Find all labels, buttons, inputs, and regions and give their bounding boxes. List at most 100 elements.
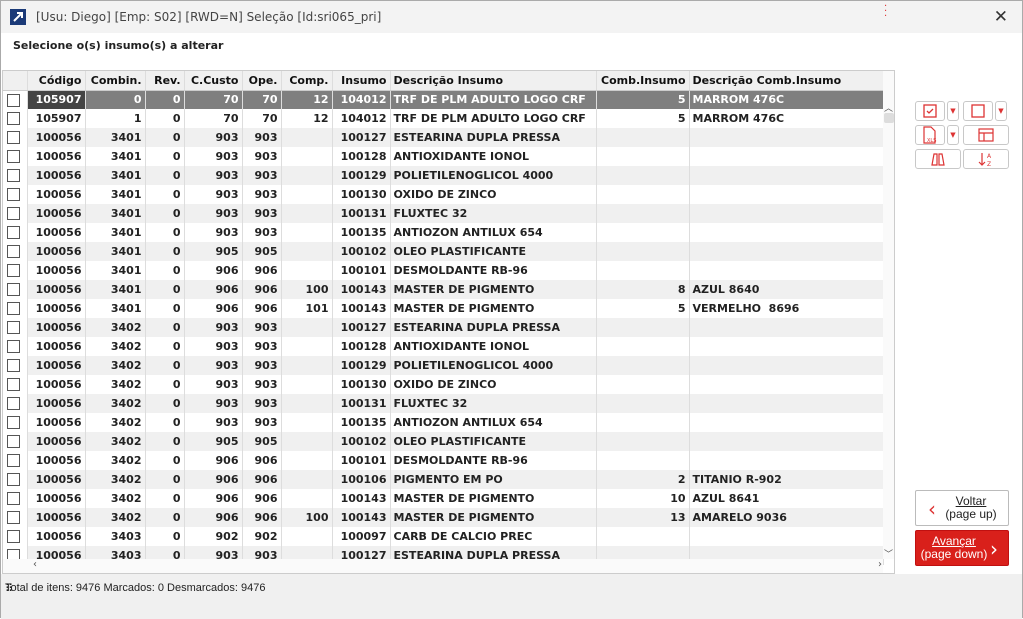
table-row[interactable]: 100056 3401 0 903 903 100131 FLUXTEC 32	[3, 204, 884, 223]
uncheck-all-button[interactable]	[963, 101, 993, 121]
table-cell: POLIETILENOGLICOL 4000	[390, 356, 597, 375]
header-checkbox[interactable]	[3, 71, 28, 91]
table-row[interactable]: 100056 3401 0 903 903 100129 POLIETILENOGLICOL…	[3, 166, 884, 185]
table-row[interactable]: 100056 3402 0 903 903 100129 POLIETILENOGLICOL…	[3, 356, 884, 375]
row-checkbox[interactable]	[7, 264, 20, 278]
table-row[interactable]: 100056 3401 0 903 903 100135 ANTIOZON ANTILUX …	[3, 223, 884, 242]
row-checkbox-cell	[3, 109, 28, 128]
row-checkbox[interactable]	[7, 397, 20, 411]
scroll-down-icon[interactable]: ﹀	[884, 547, 893, 560]
table-cell: 100056	[27, 337, 86, 356]
table-cell: OXIDO DE ZINCO	[390, 185, 597, 204]
table-row[interactable]: 100056 3402 0 903 903 100131 FLUXTEC 32	[3, 394, 884, 413]
row-checkbox-cell	[3, 166, 28, 185]
row-checkbox[interactable]	[7, 245, 20, 259]
previous-page-button[interactable]: ‹ Voltar (page up)	[915, 490, 1009, 526]
column-header[interactable]: Rev.	[145, 71, 185, 91]
close-icon[interactable]: ✕	[994, 7, 1008, 27]
scroll-thumb[interactable]	[884, 113, 894, 123]
row-checkbox[interactable]	[7, 169, 20, 183]
table-row[interactable]: 100056 3401 0 903 903 100127 ESTEARINA DUPLA P…	[3, 128, 884, 147]
scroll-right-icon[interactable]: ›	[878, 559, 882, 570]
export-dropdown[interactable]: ▼	[947, 125, 959, 145]
table-cell: 0	[145, 185, 185, 204]
column-header[interactable]: Código	[27, 71, 86, 91]
uncheck-all-dropdown[interactable]: ▼	[995, 101, 1007, 121]
table-cell: 100056	[27, 451, 86, 470]
more-options-icon[interactable]: · · ·	[884, 2, 887, 22]
table-cell: 903	[242, 413, 282, 432]
table-row[interactable]: 100056 3401 0 905 905 100102 OLEO PLASTIFICANT…	[3, 242, 884, 261]
row-checkbox[interactable]	[7, 435, 20, 449]
column-header[interactable]: Insumo	[332, 71, 391, 91]
table-row[interactable]: 100056 3402 0 906 906 100 100143 MASTER DE PIGM…	[3, 508, 884, 527]
table-row[interactable]: 100056 3403 0 902 902 100097 CARB DE CALCIO PR…	[3, 527, 884, 546]
column-header[interactable]: C.Custo	[184, 71, 243, 91]
scroll-left-icon[interactable]: ‹	[33, 559, 37, 570]
table-row[interactable]: 100056 3402 0 906 906 100101 DESMOLDANTE RB-96	[3, 451, 884, 470]
table-cell	[281, 451, 333, 470]
column-header[interactable]: Comp.	[281, 71, 333, 91]
table-cell: 906	[184, 280, 243, 299]
export-xls-button[interactable]: XLS	[915, 125, 945, 145]
table-row[interactable]: 100056 3402 0 906 906 100143 MASTER DE PIGMENT…	[3, 489, 884, 508]
row-checkbox[interactable]	[7, 112, 20, 126]
table-row[interactable]: 100056 3401 0 903 903 100128 ANTIOXIDANTE IONO…	[3, 147, 884, 166]
row-checkbox[interactable]	[7, 492, 20, 506]
layout-button[interactable]	[963, 125, 1009, 145]
table-row[interactable]: 100056 3402 0 903 903 100135 ANTIOZON ANTILUX …	[3, 413, 884, 432]
items-grid[interactable]: Código Combin. Rev. C.Custo Ope. Comp. Insumo D…	[2, 70, 895, 574]
row-checkbox[interactable]	[7, 416, 20, 430]
row-checkbox[interactable]	[7, 378, 20, 392]
row-checkbox[interactable]	[7, 226, 20, 240]
row-checkbox[interactable]	[7, 188, 20, 202]
row-checkbox[interactable]	[7, 321, 20, 335]
table-cell: 105907	[27, 109, 86, 128]
table-row[interactable]: 100056 3402 0 903 903 100128 ANTIOXIDANTE IONO…	[3, 337, 884, 356]
row-checkbox[interactable]	[7, 283, 20, 297]
table-cell	[596, 185, 690, 204]
row-checkbox[interactable]	[7, 359, 20, 373]
table-row[interactable]: 105907 0 0 70 70 12 104012 TRF DE PLM ADULTO LO…	[3, 90, 884, 109]
status-bar: Total de itens: 9476 Marcados: 0 Desmarc…	[1, 574, 1022, 619]
search-button[interactable]	[915, 149, 961, 169]
column-header[interactable]: Descrição Comb.Insumo	[689, 71, 884, 91]
check-all-dropdown[interactable]: ▼	[947, 101, 959, 121]
table-cell: MASTER DE PIGMENTO	[390, 280, 597, 299]
row-checkbox[interactable]	[7, 93, 20, 107]
row-checkbox[interactable]	[7, 473, 20, 487]
table-row[interactable]: 100056 3402 0 903 903 100127 ESTEARINA DUPLA P…	[3, 318, 884, 337]
row-checkbox[interactable]	[7, 131, 20, 145]
table-cell: ANTIOZON ANTILUX 654	[390, 223, 597, 242]
table-row[interactable]: 105907 1 0 70 70 12 104012 TRF DE PLM ADULTO LO…	[3, 109, 884, 128]
table-row[interactable]: 100056 3402 0 906 906 100106 PIGMENTO EM PO 2 TI…	[3, 470, 884, 489]
sort-button[interactable]: AZ	[963, 149, 1009, 169]
table-row[interactable]: 100056 3401 0 906 906 101 100143 MASTER DE PIGM…	[3, 299, 884, 318]
row-checkbox[interactable]	[7, 207, 20, 221]
row-checkbox[interactable]	[7, 302, 20, 316]
table-cell: FLUXTEC 32	[390, 204, 597, 223]
checkbox-empty-icon	[971, 104, 985, 118]
resize-grip-icon[interactable]: ⠿	[5, 582, 1020, 617]
column-header[interactable]: Comb.Insumo	[596, 71, 690, 91]
table-row[interactable]: 100056 3402 0 905 905 100102 OLEO PLASTIFICANT…	[3, 432, 884, 451]
row-checkbox[interactable]	[7, 340, 20, 354]
table-row[interactable]: 100056 3401 0 906 906 100 100143 MASTER DE PIGM…	[3, 280, 884, 299]
app-icon	[10, 9, 26, 25]
table-row[interactable]: 100056 3402 0 903 903 100130 OXIDO DE ZINCO	[3, 375, 884, 394]
column-header[interactable]: Combin.	[85, 71, 146, 91]
row-checkbox[interactable]	[7, 511, 20, 525]
check-all-button[interactable]	[915, 101, 945, 121]
row-checkbox[interactable]	[7, 150, 20, 164]
column-header[interactable]: Descrição Insumo	[390, 71, 597, 91]
vertical-scrollbar[interactable]: ︿ ﹀	[883, 71, 894, 560]
column-header[interactable]: Ope.	[242, 71, 282, 91]
table-row[interactable]: 100056 3401 0 903 903 100130 OXIDO DE ZINCO	[3, 185, 884, 204]
row-checkbox[interactable]	[7, 530, 20, 544]
table-cell: 100056	[27, 470, 86, 489]
row-checkbox[interactable]	[7, 454, 20, 468]
table-cell: 100056	[27, 489, 86, 508]
next-page-button[interactable]: Avançar (page down) ›	[915, 530, 1009, 566]
horizontal-scrollbar[interactable]: ‹ ›	[3, 559, 883, 573]
table-row[interactable]: 100056 3401 0 906 906 100101 DESMOLDANTE RB-96	[3, 261, 884, 280]
